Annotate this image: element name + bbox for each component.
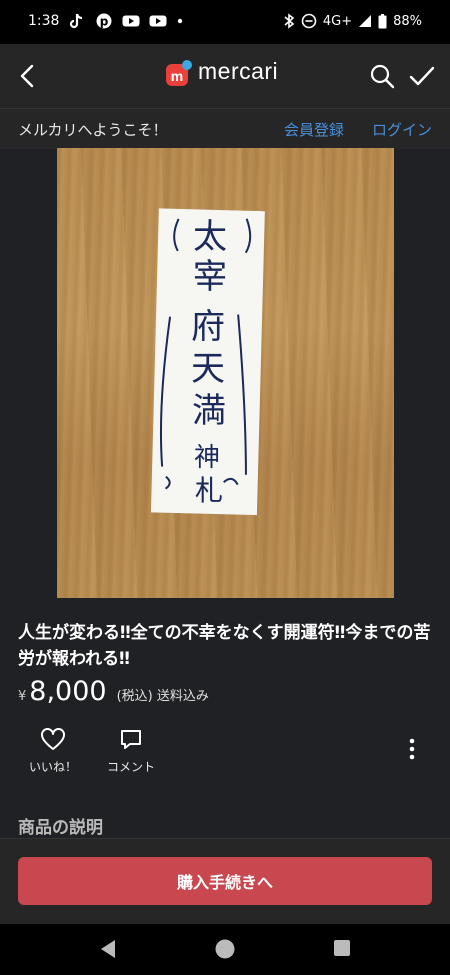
check-icon[interactable] [406, 60, 438, 92]
talisman-char: 神 [194, 443, 220, 473]
currency-symbol: ¥ [18, 689, 27, 704]
system-nav-bar [0, 924, 450, 975]
more-vertical-icon[interactable] [400, 737, 424, 761]
pinterest-icon: p [96, 13, 112, 29]
battery-icon [378, 13, 387, 28]
product-title: 人生が変わる‼全ての不幸をなくす開運符‼今までの苦労が報われる‼ [18, 623, 431, 669]
tax-shipping-note: (税込) 送料込み [116, 689, 209, 704]
comment-label: コメント [106, 760, 155, 774]
purchase-button[interactable]: 購入手続きへ [18, 857, 432, 905]
talisman-char: 満 [192, 391, 226, 431]
status-bar: 1:38 p 4G+ 88% [0, 0, 450, 44]
dot-icon [178, 18, 183, 24]
nav-recents-icon[interactable] [333, 939, 351, 957]
login-link[interactable]: ログイン [372, 119, 432, 140]
like-button[interactable]: いいね！ [22, 728, 84, 775]
status-time: 1:38 [28, 13, 60, 29]
comment-button[interactable]: コメント [100, 728, 162, 775]
heart-icon [41, 728, 65, 750]
app-header: m mercari [0, 44, 450, 108]
talisman-char: 太 [193, 217, 227, 257]
svg-text:m: m [171, 68, 183, 84]
youtube-icon [122, 15, 140, 27]
svg-text:p: p [100, 15, 109, 29]
back-arrow-icon[interactable] [12, 60, 44, 92]
signal-icon [359, 15, 372, 27]
talisman-char: 府 [191, 307, 225, 347]
talisman-char: 宰 [193, 257, 227, 297]
do-not-disturb-icon [301, 13, 317, 29]
talisman-char: 札 [195, 474, 223, 507]
search-icon[interactable] [366, 60, 398, 92]
mercari-logo-mark: m [164, 59, 192, 86]
register-link[interactable]: 会員登録 [284, 119, 344, 140]
status-right: 4G+ 88% [283, 13, 422, 29]
action-row: いいね！ コメント [0, 725, 450, 785]
mercari-wordmark: mercari [198, 58, 279, 84]
price-row: ¥ 8,000 (税込) 送料込み [18, 676, 209, 707]
welcome-message: メルカリへようこそ！ [18, 121, 168, 139]
comment-icon [121, 730, 141, 749]
product-image[interactable]: 太 宰 府 天 満 神 札 [57, 148, 394, 598]
tiktok-icon [70, 13, 83, 29]
status-left: 1:38 p [28, 13, 184, 29]
battery-level: 88% [393, 13, 422, 29]
youtube-icon [149, 15, 167, 27]
mercari-logo: m mercari [164, 58, 279, 86]
like-label: いいね！ [28, 760, 77, 774]
nav-home-icon[interactable] [214, 938, 236, 960]
talisman-illustration: 太 宰 府 天 満 神 札 [150, 208, 265, 516]
welcome-bar: メルカリへようこそ！ 会員登録 ログイン [0, 108, 450, 149]
purchase-bar: 購入手続きへ [0, 838, 450, 925]
bluetooth-icon [284, 13, 295, 29]
talisman-char: 天 [191, 349, 225, 389]
nav-back-icon[interactable] [98, 938, 118, 960]
description-heading: 商品の説明 [18, 818, 103, 838]
network-type: 4G+ [322, 13, 353, 29]
price-amount: 8,000 [29, 676, 107, 707]
